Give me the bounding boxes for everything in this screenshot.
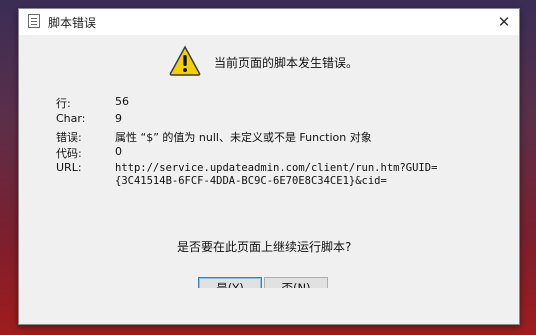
- script-error-dialog: 脚本错误 ✕ 当前页面的脚本发生错误。 行: 56 Char: 9 错误: 属性…: [18, 8, 520, 325]
- url-label: URL:: [56, 161, 82, 174]
- window-title: 脚本错误: [48, 16, 97, 30]
- dialog-footer: [19, 288, 519, 324]
- dialog-content: 当前页面的脚本发生错误。 行: 56 Char: 9 错误: 属性 “$” 的值…: [19, 35, 519, 299]
- continue-question: 是否要在此页面上继续运行脚本?: [177, 240, 352, 254]
- close-icon[interactable]: ✕: [495, 13, 513, 31]
- error-message: 当前页面的脚本发生错误。: [214, 56, 359, 70]
- code-value: 0: [115, 145, 122, 158]
- line-value: 56: [115, 95, 129, 108]
- char-value: 9: [115, 112, 122, 125]
- code-label: 代码:: [56, 147, 82, 160]
- page-icon: [28, 14, 40, 28]
- title-bar[interactable]: 脚本错误 ✕: [19, 9, 519, 35]
- url-value-line1: http://service.updateadmin.com/client/ru…: [115, 162, 438, 174]
- error-label: 错误:: [56, 131, 82, 144]
- warning-triangle-icon: [169, 45, 201, 76]
- error-value: 属性 “$” 的值为 null、未定义或不是 Function 对象: [115, 131, 372, 144]
- char-label: Char:: [56, 112, 86, 125]
- line-label: 行:: [56, 97, 71, 110]
- url-value-line2: {3C41514B-6FCF-4DDA-BC9C-6E70E8C34CE1}&c…: [115, 175, 387, 187]
